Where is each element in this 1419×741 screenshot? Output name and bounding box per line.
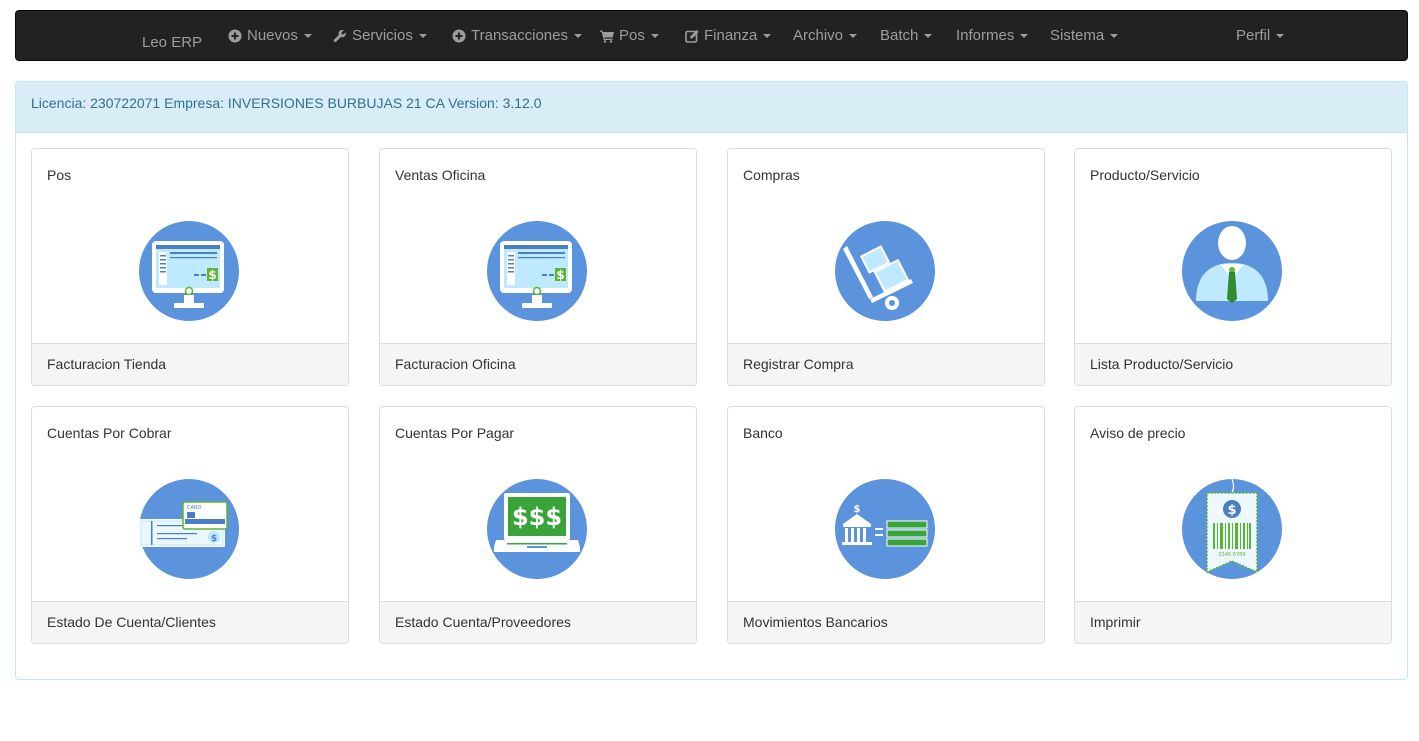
- card-compras[interactable]: Compras Registrar Compra: [727, 148, 1045, 386]
- svg-text:$: $: [854, 504, 861, 515]
- shopping-cart-icon: [600, 29, 614, 43]
- nav-finanza-label: Finanza: [704, 27, 758, 44]
- plus-circle-icon: [228, 29, 242, 43]
- nav-nuevos[interactable]: Nuevos: [228, 26, 312, 46]
- nav-nuevos-label: Nuevos: [247, 27, 298, 44]
- card-aviso-de-precio[interactable]: Aviso de precio $ 2345 6789 Imprimir: [1074, 406, 1392, 644]
- plus-circle-icon: [452, 29, 466, 43]
- nav-informes-label: Informes: [956, 27, 1015, 44]
- pos-monitor-icon: $: [139, 221, 239, 321]
- card-title: Pos: [47, 167, 72, 183]
- svg-text:$: $: [211, 534, 217, 544]
- card-footer-link[interactable]: Lista Producto/Servicio: [1075, 343, 1391, 385]
- nav-servicios[interactable]: Servicios: [333, 26, 427, 46]
- card-title: Producto/Servicio: [1090, 167, 1200, 183]
- caret-down-icon: [1020, 34, 1029, 38]
- card-cuentas-por-pagar[interactable]: Cuentas Por Pagar $$$ Estado Cuenta/Prov…: [379, 406, 697, 644]
- caret-down-icon: [574, 34, 582, 38]
- svg-text:2345 6789: 2345 6789: [1218, 552, 1245, 558]
- card-title: Ventas Oficina: [395, 167, 486, 183]
- caret-down-icon: [924, 34, 933, 38]
- card-title: Compras: [743, 167, 800, 183]
- caret-down-icon: [303, 34, 312, 38]
- caret-down-icon: [849, 34, 858, 38]
- nav-archivo-label: Archivo: [793, 27, 844, 44]
- nav-transacciones[interactable]: Transacciones: [452, 26, 582, 46]
- dashboard-panel: Licencia: 230722071 Empresa: INVERSIONES…: [15, 81, 1408, 680]
- wrench-icon: [333, 29, 347, 43]
- person-icon: [1182, 221, 1282, 321]
- svg-text:$: $: [208, 268, 216, 282]
- card-producto-servicio[interactable]: Producto/Servicio Lista Producto/Servici…: [1074, 148, 1392, 386]
- caret-down-icon: [1276, 34, 1285, 38]
- hand-truck-icon: [835, 221, 935, 321]
- nav-sistema[interactable]: Sistema: [1050, 26, 1119, 46]
- card-footer-link[interactable]: Registrar Compra: [728, 343, 1044, 385]
- card-title: Aviso de precio: [1090, 425, 1186, 441]
- card-footer-link[interactable]: Estado De Cuenta/Clientes: [32, 601, 348, 643]
- card-ventas-oficina[interactable]: Ventas Oficina $ Facturacion Oficina: [379, 148, 697, 386]
- nav-transacciones-label: Transacciones: [471, 27, 568, 44]
- svg-text:CARD: CARD: [187, 505, 201, 511]
- svg-text:$$$: $$$: [512, 503, 562, 531]
- nav-archivo[interactable]: Archivo: [793, 26, 858, 46]
- caret-down-icon: [418, 34, 427, 38]
- license-info: Licencia: 230722071 Empresa: INVERSIONES…: [16, 82, 1407, 133]
- top-navbar: Leo ERP Nuevos Servicios Transacciones P…: [15, 10, 1408, 61]
- nav-batch[interactable]: Batch: [880, 26, 933, 46]
- nav-finanza[interactable]: Finanza: [685, 26, 772, 46]
- card-cuentas-por-cobrar[interactable]: Cuentas Por Cobrar $ CARD Estado De Cuen…: [31, 406, 349, 644]
- card-footer-link[interactable]: Estado Cuenta/Proveedores: [380, 601, 696, 643]
- card-banco[interactable]: Banco $ Movimientos Bancarios: [727, 406, 1045, 644]
- nav-pos-label: Pos: [619, 27, 645, 44]
- caret-down-icon: [650, 34, 659, 38]
- brand-link[interactable]: Leo ERP: [142, 33, 202, 53]
- card-title: Cuentas Por Cobrar: [47, 425, 172, 441]
- bank-equals-icon: $: [835, 479, 935, 579]
- price-tag-icon: $ 2345 6789: [1182, 479, 1282, 579]
- edit-icon: [685, 29, 699, 43]
- caret-down-icon: [1110, 34, 1119, 38]
- pos-monitor-icon: $: [487, 221, 587, 321]
- card-footer-link[interactable]: Imprimir: [1075, 601, 1391, 643]
- card-title: Cuentas Por Pagar: [395, 425, 515, 441]
- card-footer-link[interactable]: Movimientos Bancarios: [728, 601, 1044, 643]
- card-title: Banco: [743, 425, 783, 441]
- nav-perfil[interactable]: Perfil: [1236, 26, 1285, 46]
- nav-batch-label: Batch: [880, 27, 919, 44]
- caret-down-icon: [763, 34, 772, 38]
- card-pos[interactable]: Pos $ Facturacion Tienda: [31, 148, 349, 386]
- card-check-icon: $ CARD: [139, 479, 239, 579]
- card-footer-link[interactable]: Facturacion Tienda: [32, 343, 348, 385]
- nav-sistema-label: Sistema: [1050, 27, 1105, 44]
- svg-text:$: $: [556, 268, 564, 282]
- nav-pos[interactable]: Pos: [600, 26, 659, 46]
- nav-servicios-label: Servicios: [352, 27, 413, 44]
- nav-informes[interactable]: Informes: [956, 26, 1029, 46]
- laptop-money-icon: $$$: [487, 479, 587, 579]
- svg-text:$: $: [1227, 503, 1236, 518]
- card-footer-link[interactable]: Facturacion Oficina: [380, 343, 696, 385]
- nav-perfil-label: Perfil: [1236, 27, 1271, 44]
